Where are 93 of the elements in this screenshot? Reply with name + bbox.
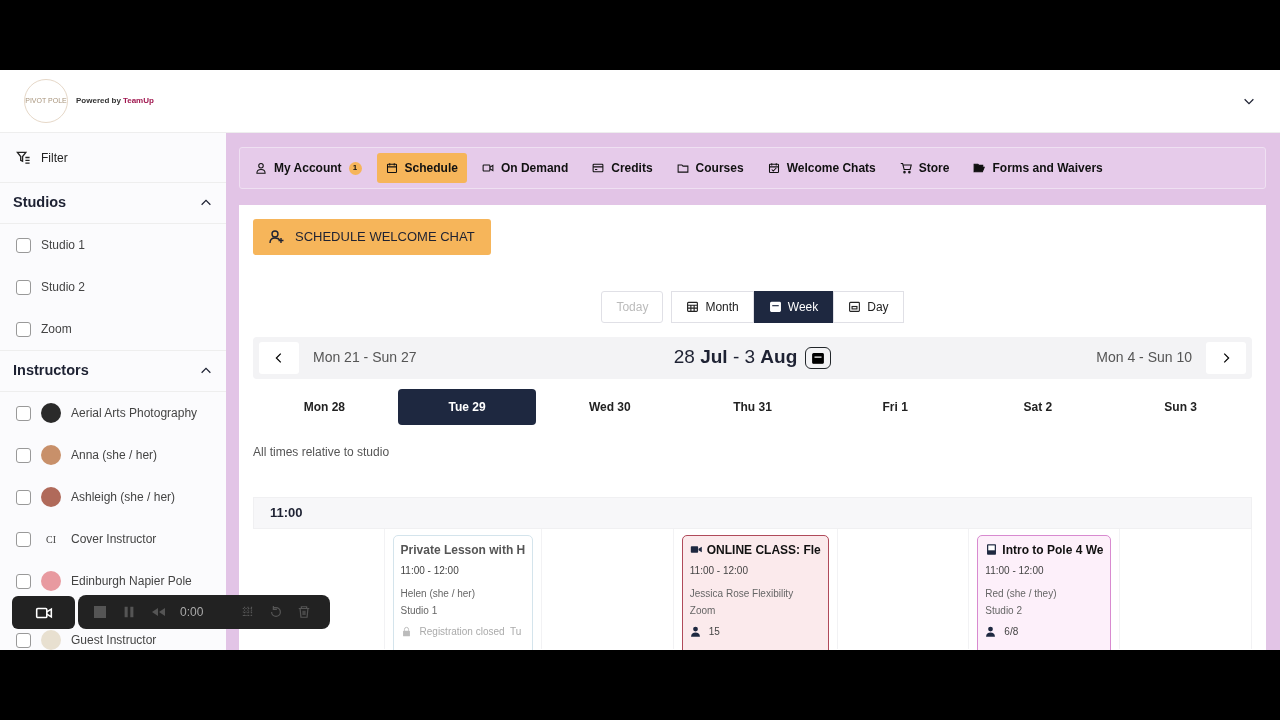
event-instructor: Red (she / they) (985, 586, 1058, 601)
checkbox[interactable] (16, 279, 31, 295)
day-tab[interactable]: Mon 28 (253, 388, 396, 425)
brand-logo: TeamUp (122, 95, 154, 107)
schedule-chat-button[interactable]: SCHEDULE WELCOME CHAT (253, 219, 491, 255)
nav-tab[interactable]: Forms and Waivers (964, 153, 1112, 183)
nav-tab[interactable]: Schedule (376, 153, 467, 183)
stop-icon[interactable] (92, 604, 108, 620)
section-title: Studios (13, 193, 67, 213)
avatar-initials: CI (45, 532, 57, 547)
calendar-icon (768, 300, 782, 313)
lock-icon (400, 625, 412, 637)
restart-icon[interactable] (269, 605, 284, 619)
recording-time: 0:00 (180, 604, 204, 621)
filter-label: Aerial Arts Photography (71, 405, 198, 422)
record-button[interactable] (12, 596, 75, 629)
event-location: Studio 1 (400, 603, 439, 618)
card-icon (592, 162, 605, 174)
event-title: Intro to Pole 4 We (1002, 541, 1104, 559)
event-time: 11:00 - 12:00 (985, 563, 1045, 578)
event-time: 11:00 - 12:00 (400, 563, 460, 578)
person-icon (985, 625, 997, 637)
pause-icon[interactable] (122, 605, 136, 619)
event-time: 11:00 - 12:00 (689, 563, 749, 578)
day-tab[interactable]: Sun 3 (1109, 388, 1252, 425)
video-camera-icon (689, 543, 703, 556)
calendar-grid-icon (686, 300, 700, 313)
next-week-link[interactable]: Mon 4 - Sun 10 (831, 347, 1206, 368)
view-button[interactable]: Day (833, 290, 904, 323)
calendar-icon (811, 350, 826, 365)
person-add-icon (269, 228, 285, 245)
week-range: 28 Jul - 3 Aug (673, 345, 798, 370)
checkbox[interactable] (16, 447, 31, 463)
event-instructor: Helen (she / her) (400, 586, 476, 601)
folder-icon (676, 162, 689, 174)
event-location: Studio 2 (985, 603, 1024, 618)
event-instructor: Jessica Rose Flexibility (689, 586, 795, 601)
attendee-count: 15 (708, 624, 720, 639)
day-tab[interactable]: Wed 30 (538, 388, 682, 425)
view-button[interactable]: Week (753, 290, 834, 323)
nav-tab[interactable]: Credits (583, 153, 662, 183)
event-card[interactable]: Intro to Pole 4 We 11:00 - 12:00 Red (she / they) Studio 2 6/8 (977, 534, 1112, 650)
checkbox[interactable] (16, 531, 31, 547)
nav-tab[interactable]: Welcome Chats (758, 153, 885, 183)
cart-icon (899, 162, 912, 174)
filter-label: Edinburgh Napier Pole (71, 573, 192, 590)
event-title: Private Lesson with H (400, 541, 526, 559)
attendee-count: 6/8 (1004, 624, 1019, 639)
registration-status: Registration closed Tu (419, 624, 522, 639)
filter-label: Studio 1 (41, 237, 86, 254)
previous-week-link[interactable]: Mon 21 - Sun 27 (299, 347, 674, 368)
nav-tab[interactable]: Courses (667, 153, 753, 183)
event-card[interactable]: ONLINE CLASS: Fle 11:00 - 12:00 Jessica Rose Flexibility Zoom 15 (681, 534, 829, 650)
time-label: 11:00 (270, 503, 303, 522)
timezone-note: All times relative to studio (253, 443, 391, 461)
count-badge: 1 (348, 161, 362, 175)
nav-tab[interactable]: On Demand (472, 153, 578, 183)
person-icon (689, 625, 701, 637)
calendar-icon (848, 300, 862, 313)
day-tab[interactable]: Thu 31 (681, 388, 824, 425)
event-card[interactable]: Private Lesson with H 11:00 - 12:00 Helen (she / her) Studio 1 Registration closed Tu (392, 534, 534, 650)
filter-label: Cover Instructor (71, 531, 157, 548)
filter-label: Guest Instructor (71, 632, 157, 649)
checkbox[interactable] (16, 573, 31, 589)
filter-label: Studio 2 (41, 279, 86, 296)
filter-label: Zoom (41, 321, 72, 338)
day-tab[interactable]: Sat 2 (966, 388, 1110, 425)
person-icon (255, 162, 267, 174)
filter-label: Ashleigh (she / her) (71, 489, 176, 506)
calendar-icon (385, 162, 398, 174)
checkbox[interactable] (16, 489, 31, 505)
trash-icon[interactable] (297, 605, 312, 619)
section-title: Instructors (13, 361, 89, 381)
calendar-check-icon (767, 162, 780, 174)
checkbox[interactable] (16, 237, 31, 253)
checkbox[interactable] (16, 405, 31, 421)
day-tab[interactable]: Tue 29 (397, 388, 537, 425)
open-folder-icon (973, 162, 986, 174)
nav-tab[interactable]: My Account 1 (246, 153, 371, 183)
filter-label: Anna (she / her) (71, 447, 158, 464)
checkbox[interactable] (16, 321, 31, 337)
event-location: Zoom (689, 603, 717, 618)
day-tab[interactable]: Fri 1 (823, 388, 967, 425)
filter-button[interactable]: Filter (0, 133, 226, 182)
book-icon (985, 543, 999, 556)
event-title: ONLINE CLASS: Fle (706, 541, 821, 559)
checkbox[interactable] (16, 632, 31, 648)
view-button[interactable]: Month (671, 290, 754, 323)
date-picker-button[interactable] (805, 346, 832, 369)
nav-tab[interactable]: Store (890, 153, 959, 183)
filter-icon (16, 150, 31, 165)
powered-by-text: Powered by (76, 95, 121, 107)
video-camera-icon (481, 162, 494, 174)
